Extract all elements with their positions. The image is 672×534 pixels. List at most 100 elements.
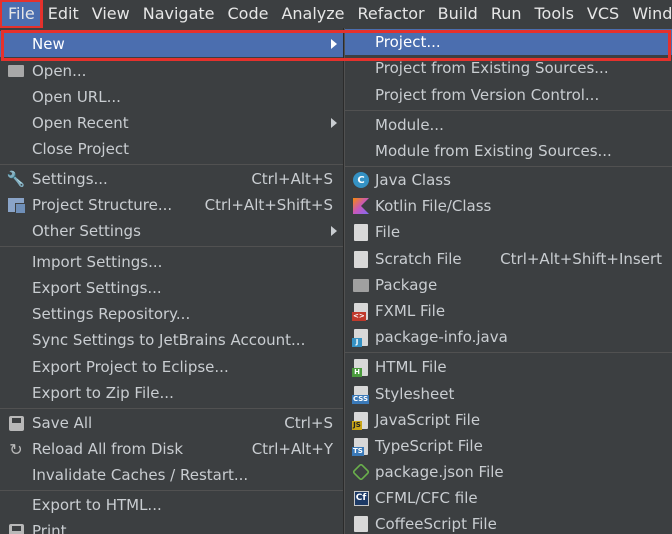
menu-item-export-html[interactable]: Export to HTML... <box>0 492 343 518</box>
menu-item-label: Settings... <box>32 170 108 188</box>
menu-item-label: CoffeeScript File <box>375 515 497 533</box>
menu-item-label: Import Settings... <box>32 253 163 271</box>
menu-item-label: Java Class <box>375 171 451 189</box>
javascript-file-icon: JS <box>352 411 370 430</box>
menu-item-label: package.json File <box>375 463 504 481</box>
separator <box>0 164 343 165</box>
menu-item-export-settings[interactable]: Export Settings... <box>0 275 343 301</box>
menu-item-print[interactable]: Print... <box>0 518 343 534</box>
coffeescript-file-icon <box>352 515 370 533</box>
menu-analyze[interactable]: Analyze <box>275 0 351 28</box>
submenu-item-file[interactable]: File <box>345 219 672 245</box>
menu-item-invalidate-caches[interactable]: Invalidate Caches / Restart... <box>0 462 343 488</box>
menu-item-other-settings[interactable]: Other Settings <box>0 218 343 244</box>
submenu-item-cfml[interactable]: Cf CFML/CFC file <box>345 485 672 511</box>
menu-item-open-recent[interactable]: Open Recent <box>0 110 343 136</box>
menu-item-settings-repository[interactable]: Settings Repository... <box>0 301 343 327</box>
file-icon <box>352 223 370 241</box>
menu-vcs[interactable]: VCS <box>581 0 626 28</box>
submenu-item-typescript[interactable]: TS TypeScript File <box>345 433 672 459</box>
menu-item-reload[interactable]: ↻ Reload All from Disk Ctrl+Alt+Y <box>0 436 343 462</box>
submenu-item-scratch[interactable]: Scratch File Ctrl+Alt+Shift+Insert <box>345 246 672 272</box>
menu-item-label: Package <box>375 276 438 294</box>
separator <box>0 408 343 409</box>
menu-item-close-project[interactable]: Close Project <box>0 136 343 162</box>
menu-item-label: CFML/CFC file <box>375 489 478 507</box>
java-class-icon: C <box>352 171 370 189</box>
submenu-item-package[interactable]: Package <box>345 272 672 298</box>
submenu-item-module-existing[interactable]: Module from Existing Sources... <box>345 138 672 164</box>
save-icon <box>7 414 25 432</box>
nodejs-icon <box>351 462 371 482</box>
java-file-icon: J <box>352 328 370 347</box>
menu-item-import-settings[interactable]: Import Settings... <box>0 249 343 275</box>
submenu-item-coffeescript[interactable]: CoffeeScript File <box>345 511 672 534</box>
submenu-item-package-json[interactable]: package.json File <box>345 459 672 485</box>
submenu-arrow-icon <box>331 118 337 128</box>
submenu-item-java-class[interactable]: C Java Class <box>345 167 672 193</box>
menu-item-label: Open Recent <box>32 114 129 132</box>
cfml-file-icon: Cf <box>352 489 370 507</box>
menu-item-export-zip[interactable]: Export to Zip File... <box>0 380 343 406</box>
shortcut: Ctrl+Alt+Shift+Insert <box>500 250 662 268</box>
menu-item-sync-settings[interactable]: Sync Settings to JetBrains Account... <box>0 327 343 353</box>
menu-item-label: Project Structure... <box>32 196 173 214</box>
submenu-item-package-info[interactable]: J package-info.java <box>345 324 672 350</box>
menu-item-label: JavaScript File <box>375 411 481 429</box>
menu-item-label: Open... <box>32 62 87 80</box>
menu-view[interactable]: View <box>86 0 137 28</box>
submenu-item-kotlin[interactable]: Kotlin File/Class <box>345 193 672 219</box>
submenu-item-project-vcs[interactable]: Project from Version Control... <box>345 82 672 108</box>
menu-code[interactable]: Code <box>222 0 276 28</box>
menu-run[interactable]: Run <box>485 0 529 28</box>
css-file-icon: CSS <box>352 385 370 404</box>
menu-build[interactable]: Build <box>432 0 485 28</box>
kotlin-icon <box>352 197 370 215</box>
menu-item-settings[interactable]: 🔧 Settings... Ctrl+Alt+S <box>0 166 343 192</box>
submenu-item-project-existing[interactable]: Project from Existing Sources... <box>345 55 672 81</box>
menu-edit[interactable]: Edit <box>42 0 86 28</box>
shortcut: Ctrl+Alt+Shift+S <box>204 196 333 214</box>
menu-item-label: Invalidate Caches / Restart... <box>32 466 249 484</box>
project-structure-icon <box>7 196 26 214</box>
menu-item-label: Project from Existing Sources... <box>375 59 609 77</box>
menu-item-label: Module... <box>375 116 444 134</box>
separator <box>345 110 672 111</box>
menu-item-label: Scratch File <box>375 250 462 268</box>
menu-item-open[interactable]: Open... <box>0 58 343 84</box>
menu-item-label: Stylesheet <box>375 385 455 403</box>
submenu-item-fxml[interactable]: <> FXML File <box>345 298 672 324</box>
menu-bar: File Edit View Navigate Code Analyze Ref… <box>0 0 672 29</box>
submenu-item-javascript[interactable]: JS JavaScript File <box>345 407 672 433</box>
file-menu: New Open... Open URL... Open Recent Clos… <box>0 28 344 534</box>
menu-item-label: Sync Settings to JetBrains Account... <box>32 331 306 349</box>
menu-item-label: FXML File <box>375 302 446 320</box>
submenu-item-stylesheet[interactable]: CSS Stylesheet <box>345 381 672 407</box>
menu-item-project-structure[interactable]: Project Structure... Ctrl+Alt+Shift+S <box>0 192 343 218</box>
menu-item-label: Project from Version Control... <box>375 86 600 104</box>
menu-navigate[interactable]: Navigate <box>137 0 222 28</box>
menu-item-label: HTML File <box>375 358 447 376</box>
package-folder-icon <box>352 276 370 294</box>
menu-tools[interactable]: Tools <box>529 0 581 28</box>
menu-item-export-eclipse[interactable]: Export Project to Eclipse... <box>0 354 343 380</box>
shortcut: Ctrl+Alt+S <box>251 170 333 188</box>
menu-item-label: Kotlin File/Class <box>375 197 492 215</box>
submenu-item-module[interactable]: Module... <box>345 112 672 138</box>
html-file-icon: H <box>352 358 370 377</box>
menu-file[interactable]: File <box>0 0 43 29</box>
menu-item-label: Project... <box>375 33 441 51</box>
menu-item-save-all[interactable]: Save All Ctrl+S <box>0 410 343 436</box>
submenu-item-html[interactable]: H HTML File <box>345 354 672 380</box>
menu-item-label: Export Project to Eclipse... <box>32 358 229 376</box>
menu-item-label: Settings Repository... <box>32 305 191 323</box>
menu-item-label: File <box>375 223 401 241</box>
separator <box>345 352 672 353</box>
menu-refactor[interactable]: Refactor <box>352 0 432 28</box>
submenu-item-project[interactable]: Project... <box>345 29 672 55</box>
menu-item-new[interactable]: New <box>0 31 343 57</box>
menu-item-label: Save All <box>32 414 93 432</box>
new-submenu: Project... Project from Existing Sources… <box>344 28 672 534</box>
menu-item-open-url[interactable]: Open URL... <box>0 84 343 110</box>
menu-window[interactable]: Windo <box>626 0 672 28</box>
